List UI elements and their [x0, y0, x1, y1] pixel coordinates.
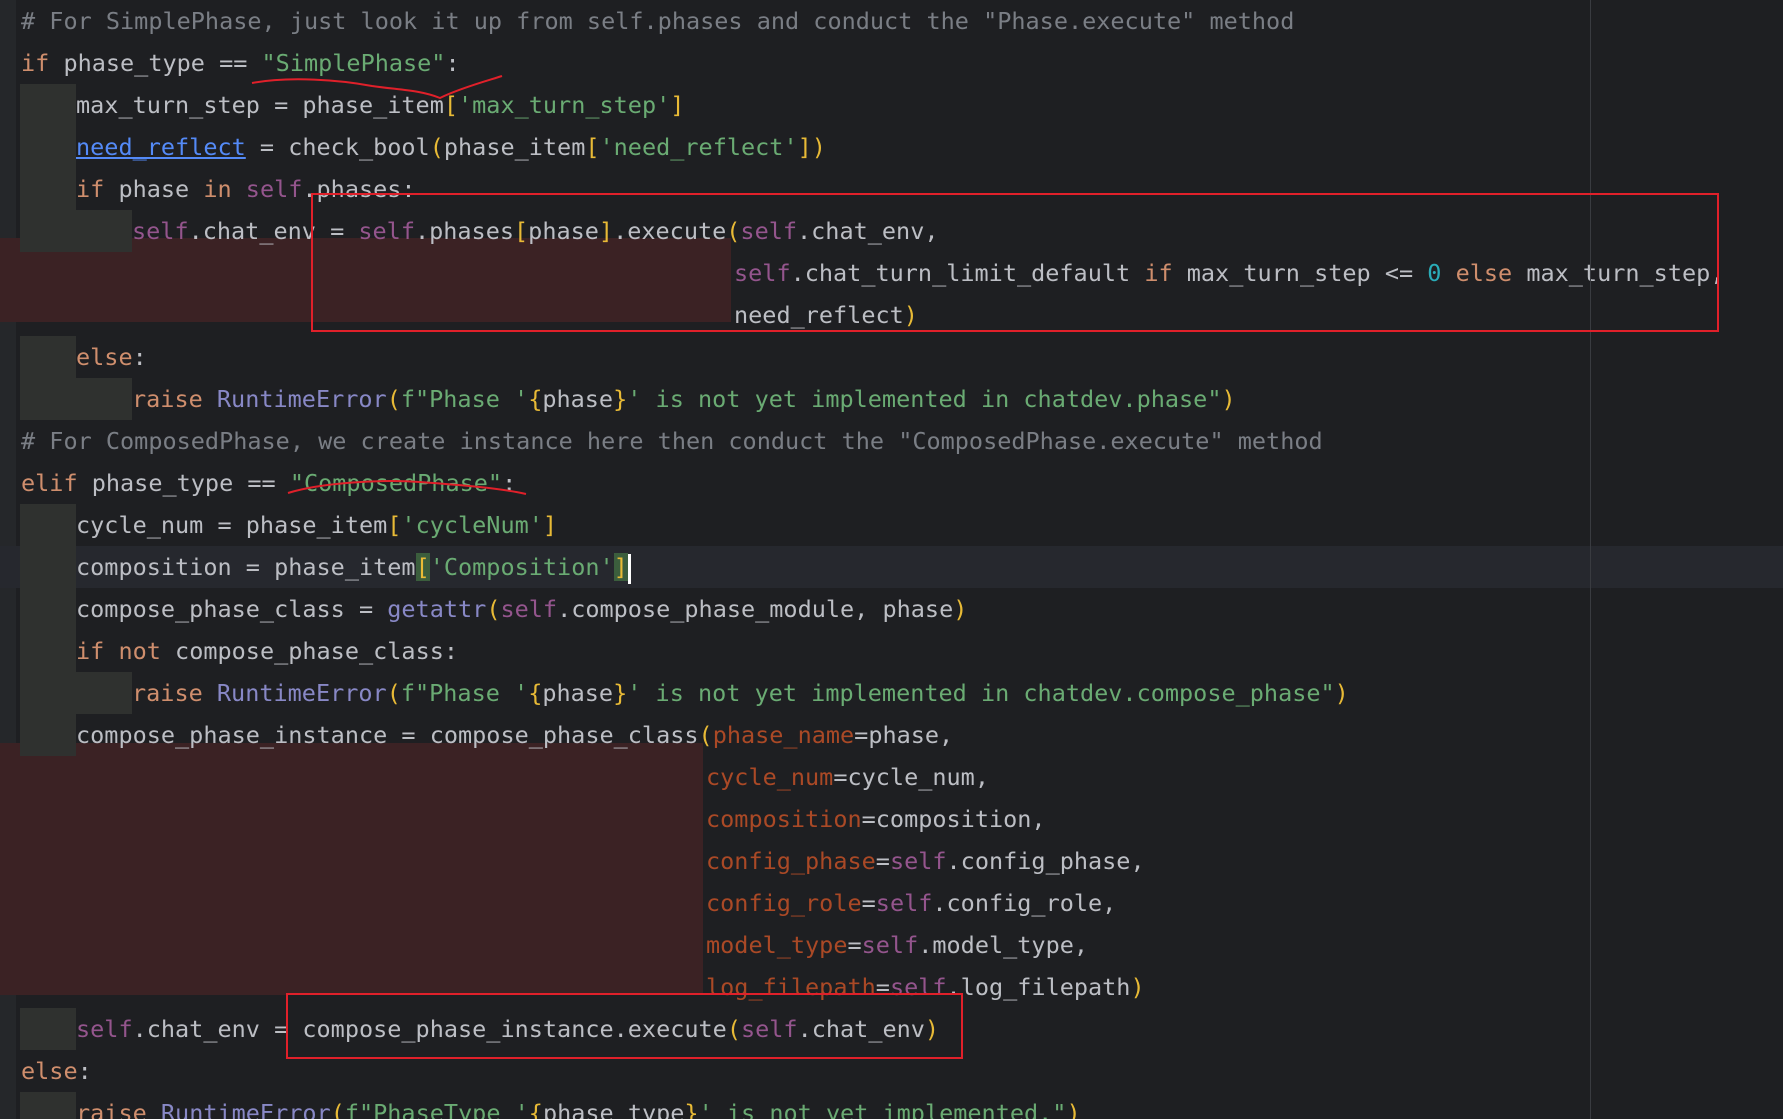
code-editor[interactable]: # For SimplePhase, just look it up from …: [0, 0, 1783, 1119]
annotation-scribble-composedphase: [287, 480, 527, 495]
